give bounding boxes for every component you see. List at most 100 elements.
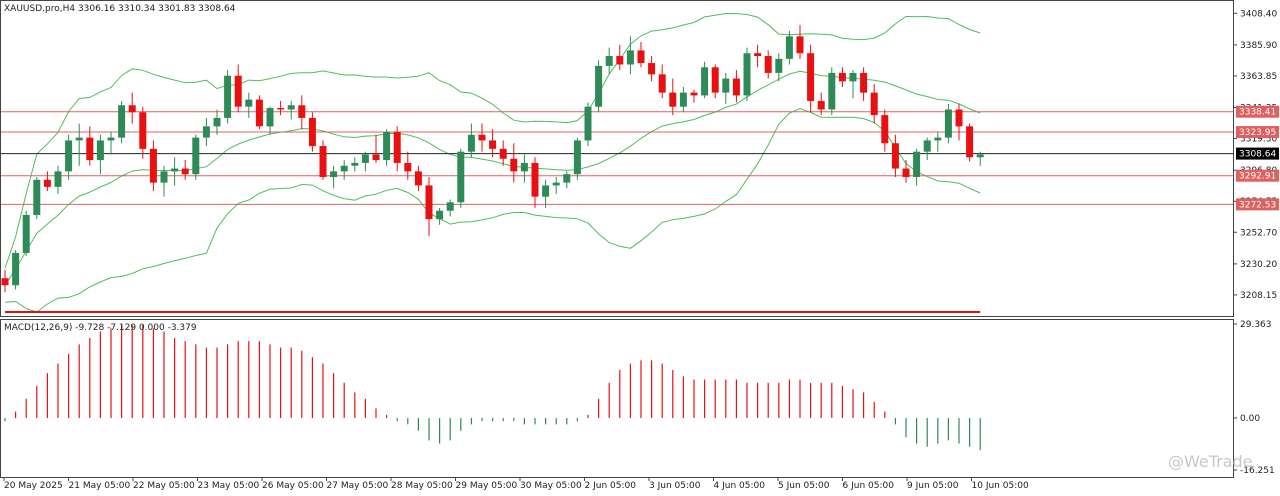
- candle-body: [944, 109, 952, 138]
- candle[interactable]: [255, 95, 263, 130]
- candle[interactable]: [828, 67, 836, 116]
- candle[interactable]: [457, 148, 465, 208]
- level-price-label: 3292.91: [1239, 172, 1276, 182]
- candle-body: [648, 63, 656, 75]
- candle[interactable]: [944, 103, 952, 144]
- candle[interactable]: [22, 210, 30, 256]
- candle[interactable]: [743, 47, 751, 102]
- candle-body: [160, 171, 168, 183]
- candle-body: [849, 72, 857, 82]
- candle[interactable]: [584, 102, 592, 147]
- candle[interactable]: [308, 112, 316, 152]
- candle-body: [722, 78, 730, 93]
- time-tick-label: 3 Jun 05:00: [649, 481, 701, 491]
- candle-body: [224, 75, 232, 118]
- candle-body: [679, 92, 687, 107]
- candle-body: [298, 105, 306, 118]
- candle[interactable]: [33, 176, 41, 220]
- candle-body: [637, 50, 645, 64]
- candle[interactable]: [192, 134, 200, 180]
- candle-body: [870, 92, 878, 116]
- candle-body: [414, 171, 422, 186]
- candle-body: [913, 151, 921, 177]
- candle-body: [149, 148, 157, 183]
- candle-body: [457, 151, 465, 203]
- candle-body: [701, 67, 709, 96]
- candle-body: [22, 214, 30, 253]
- time-tick-label: 27 May 05:00: [327, 481, 389, 491]
- candle-body: [669, 92, 677, 107]
- price-tick-label: 3252.70: [1240, 228, 1277, 238]
- candle-body: [860, 72, 868, 93]
- candle-body: [245, 99, 253, 107]
- candle-body: [361, 154, 369, 163]
- candle-body: [711, 67, 719, 93]
- candle[interactable]: [12, 250, 20, 290]
- time-tick-label: 4 Jun 05:00: [714, 481, 766, 491]
- candle-body: [393, 131, 401, 163]
- candle[interactable]: [595, 60, 603, 113]
- candle-body: [520, 162, 528, 172]
- candle[interactable]: [118, 101, 126, 144]
- candle-body: [478, 134, 486, 141]
- chart-svg[interactable]: 3408.403385.903363.853341.353319.303296.…: [0, 0, 1280, 492]
- candle-body: [775, 58, 783, 73]
- candle-body: [446, 202, 454, 211]
- candle-body: [754, 53, 762, 57]
- candle-body: [690, 92, 698, 96]
- candle-body: [96, 140, 104, 161]
- candle-body: [510, 158, 518, 172]
- price-panel-frame: [0, 0, 1234, 317]
- price-tick-label: 3385.90: [1240, 41, 1277, 51]
- candle-body: [65, 140, 73, 172]
- time-tick-label: 10 Jun 05:00: [972, 481, 1029, 491]
- candle-body: [86, 137, 94, 161]
- candle-body: [12, 252, 20, 286]
- candle[interactable]: [573, 137, 581, 180]
- candle-body: [330, 171, 338, 177]
- candle-body: [955, 109, 963, 127]
- time-tick-label: 29 May 05:00: [456, 481, 518, 491]
- candle-body: [181, 168, 189, 175]
- candle-body: [552, 182, 560, 186]
- level-price-label: 3272.53: [1239, 200, 1276, 210]
- candle-body: [489, 140, 497, 149]
- candle-body: [658, 74, 666, 93]
- candle-body: [563, 174, 571, 183]
- time-tick-label: 9 Jun 05:00: [907, 481, 959, 491]
- candle-body: [584, 106, 592, 141]
- price-tick-label: 3363.85: [1240, 72, 1277, 82]
- candle-body: [732, 78, 740, 96]
- trading-chart[interactable]: 3408.403385.903363.853341.353319.303296.…: [0, 0, 1280, 492]
- candle-body: [213, 117, 221, 127]
- candle-body: [626, 50, 634, 65]
- candle-body: [467, 134, 475, 152]
- candle-body: [817, 101, 825, 110]
- candle-body: [1, 278, 9, 286]
- candle-body: [881, 115, 889, 144]
- candle-body: [383, 131, 391, 161]
- candle-body: [531, 162, 539, 197]
- time-tick-label: 30 May 05:00: [520, 481, 582, 491]
- time-tick-label: 21 May 05:00: [69, 481, 131, 491]
- macd-tick-label: 0.00: [1240, 414, 1260, 424]
- candle-body: [891, 143, 899, 169]
- candle-body: [923, 140, 931, 152]
- candle[interactable]: [966, 123, 974, 162]
- candle-body: [499, 148, 507, 159]
- candle-body: [202, 126, 210, 138]
- candle-body: [319, 146, 327, 177]
- candle[interactable]: [319, 140, 327, 180]
- candle-body: [425, 185, 433, 220]
- level-price-label: 3338.41: [1239, 108, 1276, 118]
- candle[interactable]: [224, 70, 232, 124]
- candle-body: [542, 185, 550, 197]
- time-tick-label: 26 May 05:00: [262, 481, 324, 491]
- candle-body: [436, 210, 444, 220]
- candle-body: [266, 108, 274, 127]
- candle-body: [192, 137, 200, 175]
- candle-body: [838, 72, 846, 82]
- candle-body: [743, 53, 751, 96]
- candle-body: [118, 105, 126, 138]
- time-tick-label: 6 Jun 05:00: [843, 481, 895, 491]
